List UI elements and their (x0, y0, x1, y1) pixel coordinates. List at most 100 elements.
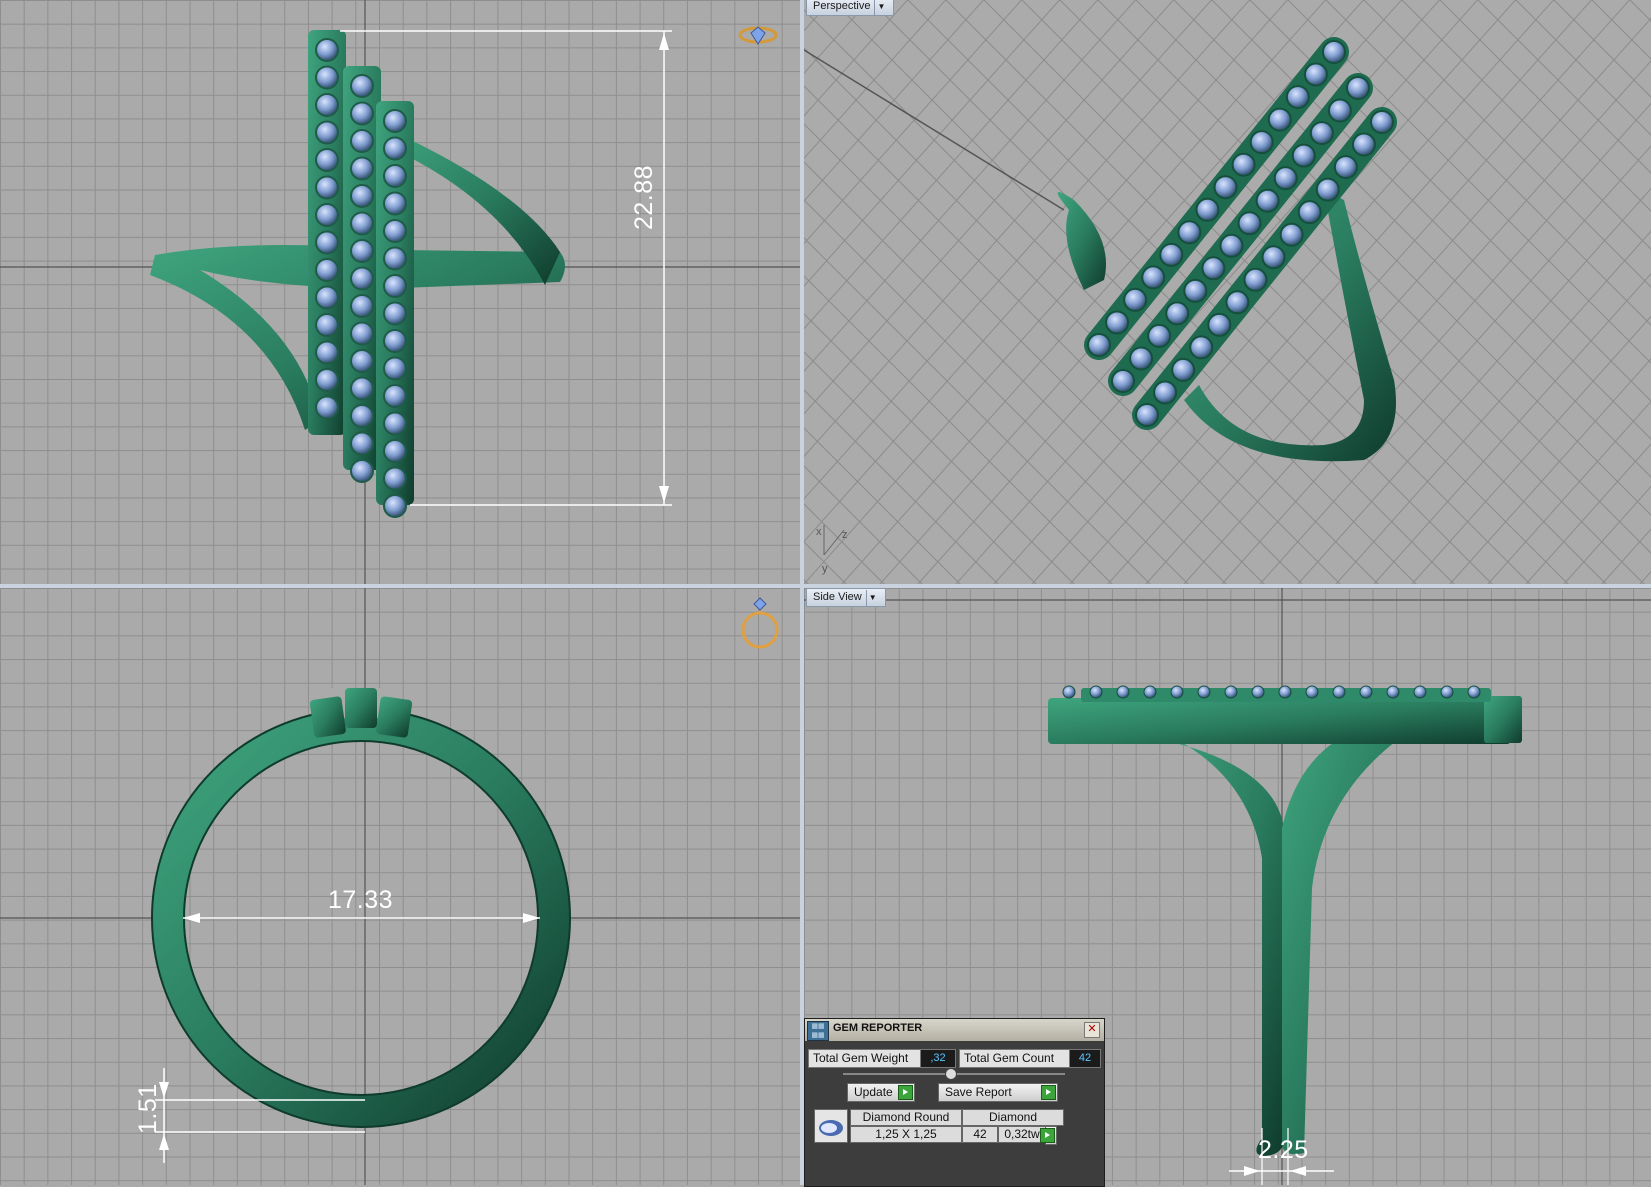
gem-stone (350, 376, 374, 401)
gem-stone (1285, 85, 1310, 110)
gem-stone (1297, 200, 1322, 225)
gem-stone (1116, 685, 1130, 699)
gem-stone (1195, 197, 1220, 222)
gem-stone (315, 203, 339, 227)
gem-stone (350, 129, 374, 153)
diamond-ring-icon[interactable] (738, 26, 778, 45)
gem-stone (1309, 121, 1334, 146)
side-shank-right (1282, 718, 1414, 1155)
gem-stone (350, 101, 374, 126)
gem-stone (350, 294, 374, 318)
gem-stone (350, 239, 374, 263)
gem-stone (1322, 40, 1346, 64)
top-viewport[interactable]: 22.88 (0, 0, 800, 584)
gem-stone (1251, 685, 1265, 699)
gem-stone (1177, 220, 1202, 245)
gem-stone (315, 38, 339, 62)
viewport-divider-vertical[interactable] (800, 0, 804, 1185)
diamond-round-icon (814, 1109, 848, 1143)
gem-stone (315, 175, 339, 200)
gem-stone (1305, 685, 1319, 699)
gem-stone (1171, 357, 1196, 382)
gem-shape-cell: Diamond Round (850, 1109, 962, 1126)
gem-reporter-titlebar[interactable]: ▦▦ ▦▦ GEM REPORTER ✕ (805, 1019, 1104, 1041)
perspective-canvas: z y x (804, 0, 1651, 584)
gem-stone (1141, 265, 1166, 290)
ring-icon[interactable] (741, 597, 779, 649)
axis-z: z (842, 529, 848, 541)
gem-stone (1183, 278, 1208, 303)
gem-stone (1346, 76, 1370, 100)
gem-stone (383, 191, 407, 216)
gem-stone (1159, 242, 1184, 267)
gem-list-item[interactable]: Diamond Round Diamond 1,25 X 1,25 42 0,3… (814, 1109, 1064, 1145)
save-report-button[interactable]: Save Report (938, 1083, 1058, 1102)
gem-stone (1123, 287, 1148, 312)
height-dimension: 22.88 (630, 164, 658, 230)
front-viewport[interactable]: 17.33 1.51 (0, 588, 800, 1185)
gem-stone (1351, 132, 1376, 157)
play-icon[interactable] (1041, 1085, 1056, 1100)
gem-stone (315, 65, 339, 90)
gem-reporter-slider[interactable] (843, 1068, 1065, 1080)
bar-end-3 (376, 696, 413, 738)
slider-knob[interactable] (945, 1068, 957, 1080)
bar-end-2 (345, 688, 377, 728)
gem-stone (1201, 256, 1226, 281)
close-icon[interactable]: ✕ (1084, 1022, 1100, 1038)
viewport-divider-horizontal[interactable] (0, 584, 1651, 588)
gem-stone (315, 285, 339, 310)
gem-stone (383, 439, 407, 463)
perspective-viewport[interactable]: z y x Perspective ▼ (804, 0, 1651, 584)
gem-rows-top (315, 38, 407, 518)
gem-reporter-logo-icon: ▦▦ ▦▦ (807, 1021, 829, 1041)
gem-stone (1087, 333, 1111, 357)
play-icon[interactable] (898, 1085, 913, 1100)
gem-stone (315, 340, 339, 365)
play-icon[interactable] (1040, 1128, 1055, 1143)
gem-stone (1279, 222, 1304, 247)
gem-stone (1370, 110, 1394, 134)
gem-material-cell: Diamond (962, 1109, 1064, 1126)
shank-width-dimension: 2.25 (1258, 1136, 1309, 1164)
front-view-canvas (0, 588, 800, 1185)
gem-stone (383, 164, 407, 188)
side-label-text: Side View (813, 591, 862, 603)
total-count-label: Total Gem Count (959, 1049, 1070, 1068)
gem-stone (1255, 188, 1280, 213)
total-count-value: 42 (1069, 1049, 1101, 1068)
gem-stone (383, 219, 407, 243)
gem-stone (1303, 62, 1328, 87)
dropdown-icon[interactable]: ▼ (874, 0, 887, 15)
gem-stone (383, 136, 407, 161)
gem-stone (1386, 685, 1400, 699)
gem-stone (1267, 107, 1292, 132)
gem-stone (350, 211, 374, 236)
gem-stone (1213, 175, 1238, 200)
gem-stone (315, 120, 339, 145)
gem-row-action-button[interactable] (1040, 1126, 1057, 1145)
gem-stone (350, 74, 374, 98)
gem-stone (350, 459, 374, 483)
save-report-label: Save Report (945, 1085, 1012, 1099)
side-view-label[interactable]: Side View ▼ (806, 588, 886, 607)
gem-stone (1147, 323, 1172, 348)
axis-x: x (816, 526, 822, 538)
dropdown-icon[interactable]: ▼ (865, 590, 879, 606)
gem-stone (350, 349, 374, 373)
gem-stone (1111, 369, 1135, 393)
gem-stone (315, 230, 339, 255)
update-button[interactable]: Update (847, 1083, 915, 1102)
gem-stone (383, 274, 407, 298)
gem-stone (1249, 130, 1274, 155)
gem-stone (350, 184, 374, 208)
gem-stone (1467, 685, 1481, 699)
gem-size-cell: 1,25 X 1,25 (850, 1126, 962, 1143)
gem-stone (1143, 685, 1157, 699)
perspective-view-label[interactable]: Perspective ▼ (806, 0, 895, 16)
gem-stone (1062, 685, 1076, 699)
gem-reporter-panel[interactable]: ▦▦ ▦▦ GEM REPORTER ✕ Total Gem Weight ,32… (804, 1018, 1105, 1187)
gem-stone (1225, 290, 1250, 315)
gem-stone (1089, 685, 1103, 699)
total-weight-label: Total Gem Weight (808, 1049, 923, 1068)
